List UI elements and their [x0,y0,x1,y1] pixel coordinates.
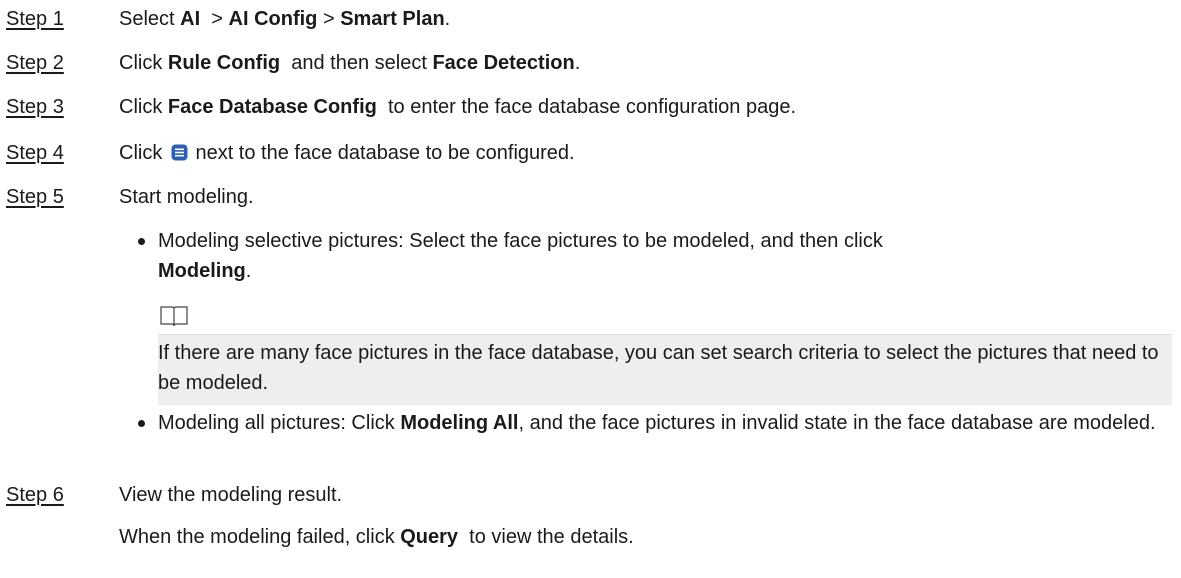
step-label[interactable]: Step 6 [6,480,64,510]
step-text: Click next to the face database to be co… [119,142,575,164]
bullet-modeling-selective: Modeling selective pictures: Select the … [138,226,1158,286]
step-1: Step 1 Select AI > AI Config > Smart Pla… [0,4,1181,34]
step-4: Step 4 Click next to the face database t… [0,138,1181,168]
note-box: If there are many face pictures in the f… [158,334,1172,405]
step-6: Step 6 View the modeling result. [0,480,1181,510]
step-text: When the modeling failed, click Query to… [119,526,634,548]
step-text: Select AI > AI Config > Smart Plan. [119,8,451,30]
step-3: Step 3 Click Face Database Config to ent… [0,92,1181,122]
step-text: Click Face Database Config to enter the … [119,96,797,118]
bullet-dot [138,238,145,245]
step-label[interactable]: Step 2 [6,48,64,78]
step-6-detail: When the modeling failed, click Query to… [0,522,1181,552]
step-label[interactable]: Step 5 [6,182,64,212]
step-2: Step 2 Click Rule Config and then select… [0,48,1181,78]
step-text: View the modeling result. [119,484,343,506]
list-detail-icon [171,144,188,161]
step-text: Start modeling. [119,186,254,208]
note-text: If there are many face pictures in the f… [158,342,1159,394]
book-icon [160,306,188,327]
step-label[interactable]: Step 1 [6,4,64,34]
bullet-dot [138,420,145,427]
bullet-modeling-all: Modeling all pictures: Click Modeling Al… [138,408,1158,438]
step-text: Click Rule Config and then select Face D… [119,52,581,74]
step-5: Step 5 Start modeling. [0,182,1181,212]
step-label[interactable]: Step 3 [6,92,64,122]
step-label[interactable]: Step 4 [6,138,64,168]
